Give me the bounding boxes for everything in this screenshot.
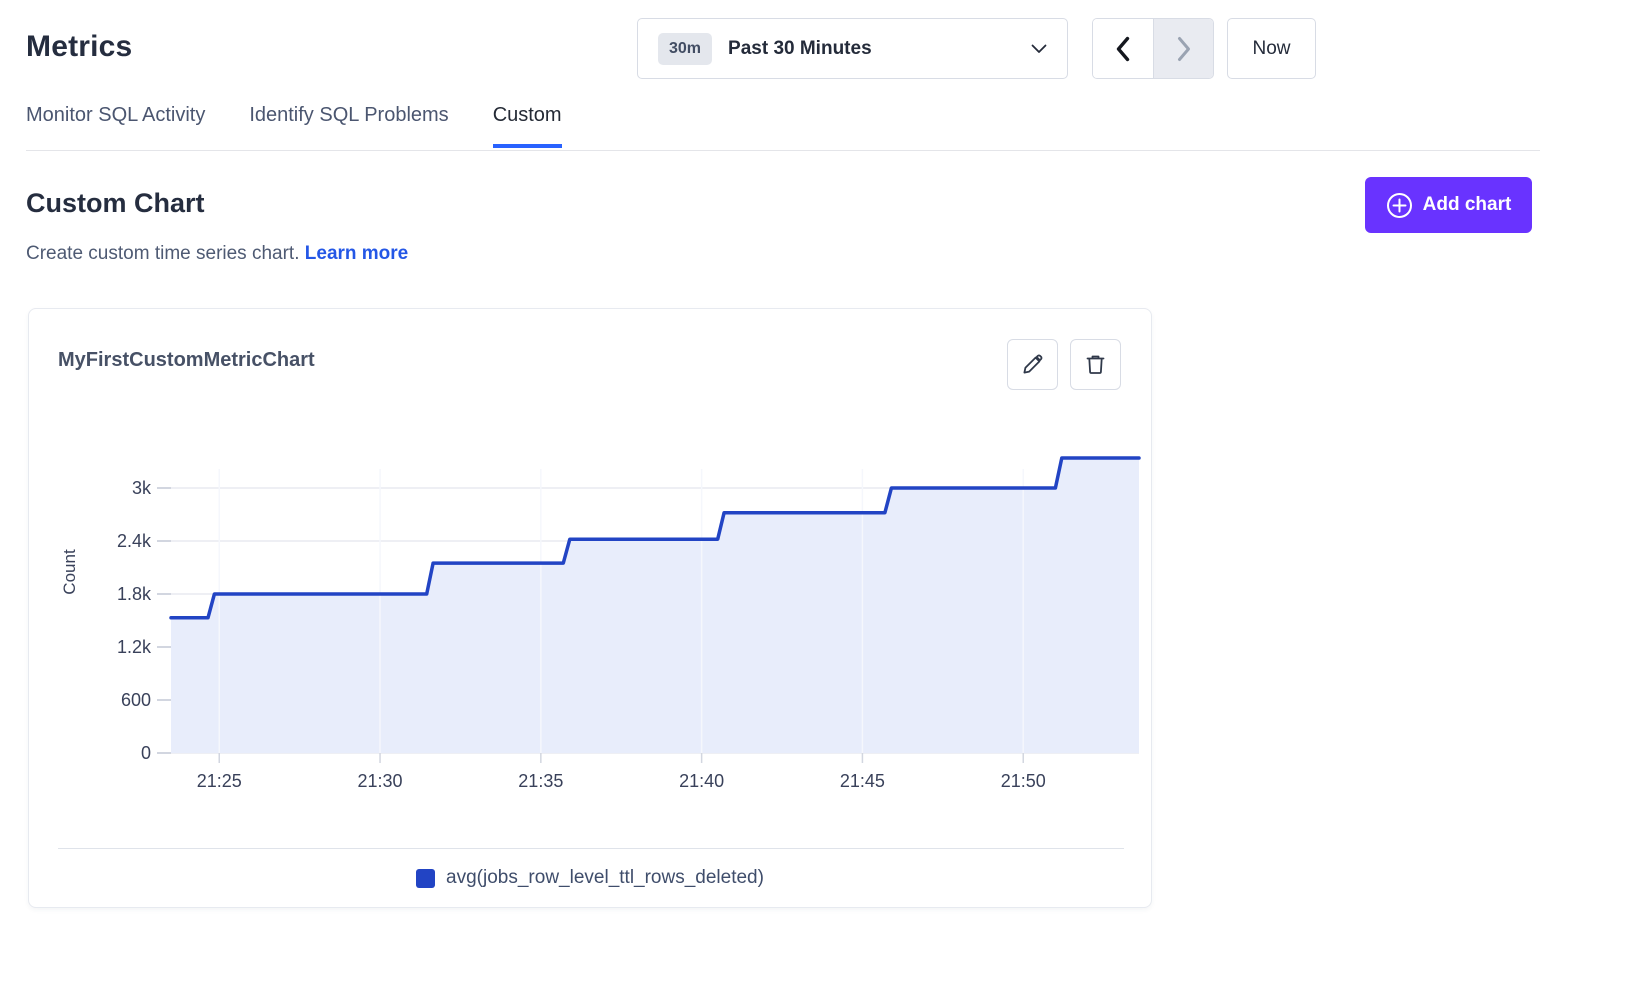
delete-chart-button[interactable] [1070, 339, 1121, 390]
y-tick-label: 3k [132, 478, 152, 498]
section-title: Custom Chart [26, 188, 205, 219]
tab-custom[interactable]: Custom [493, 104, 562, 148]
tab-identify-sql-problems[interactable]: Identify SQL Problems [249, 104, 448, 148]
learn-more-link[interactable]: Learn more [305, 243, 408, 264]
time-pager [1092, 18, 1214, 79]
chevron-right-icon [1175, 36, 1193, 62]
plus-circle-icon [1386, 192, 1413, 219]
x-tick-label: 21:50 [1001, 771, 1046, 791]
now-button[interactable]: Now [1227, 18, 1316, 79]
edit-chart-button[interactable] [1007, 339, 1058, 390]
y-axis-title: Count [60, 549, 79, 595]
chart-card-title: MyFirstCustomMetricChart [58, 349, 315, 372]
x-tick-label: 21:25 [197, 771, 242, 791]
y-tick-label: 1.2k [117, 637, 152, 657]
series-area [171, 458, 1139, 753]
tab-monitor-sql-activity[interactable]: Monitor SQL Activity [26, 104, 205, 148]
time-range-selector[interactable]: 30m Past 30 Minutes [637, 18, 1068, 79]
custom-chart-svg: 0 600 1.2k 1.8k 2.4k 3k 21:25 21:30 21:35 21:40 21… [29, 409, 1153, 804]
y-tick-label: 1.8k [117, 584, 152, 604]
add-chart-button-label: Add chart [1423, 194, 1512, 216]
y-tick-label: 0 [141, 743, 151, 763]
x-tick-label: 21:45 [840, 771, 885, 791]
x-tick-label: 21:35 [518, 771, 563, 791]
prev-time-button[interactable] [1093, 19, 1153, 78]
y-tick-label: 2.4k [117, 531, 152, 551]
trash-icon [1084, 353, 1107, 376]
legend-label: avg(jobs_row_level_ttl_rows_deleted) [446, 867, 764, 889]
chart-divider [58, 848, 1124, 849]
chevron-left-icon [1114, 36, 1132, 62]
page-title: Metrics [26, 30, 132, 64]
tabs-divider [26, 150, 1540, 151]
time-range-badge: 30m [658, 33, 712, 65]
pencil-icon [1021, 353, 1044, 376]
section-description-text: Create custom time series chart. [26, 243, 299, 264]
time-range-label: Past 30 Minutes [728, 38, 1031, 60]
add-chart-button[interactable]: Add chart [1365, 177, 1532, 233]
x-tick-label: 21:40 [679, 771, 724, 791]
chevron-down-icon [1031, 44, 1047, 54]
legend-swatch [416, 869, 435, 888]
y-tick-label: 600 [121, 690, 151, 710]
next-time-button[interactable] [1153, 19, 1213, 78]
chart-legend: avg(jobs_row_level_ttl_rows_deleted) [29, 867, 1151, 889]
x-tick-label: 21:30 [358, 771, 403, 791]
section-description: Create custom time series chart. Learn m… [26, 243, 408, 265]
tabs: Monitor SQL Activity Identify SQL Proble… [26, 104, 562, 148]
chart-card: MyFirstCustomMetricChart 0 600 1.2k 1.8k 2.4… [28, 308, 1152, 908]
metrics-page: Metrics 30m Past 30 Minutes Now Monitor … [0, 0, 1650, 982]
